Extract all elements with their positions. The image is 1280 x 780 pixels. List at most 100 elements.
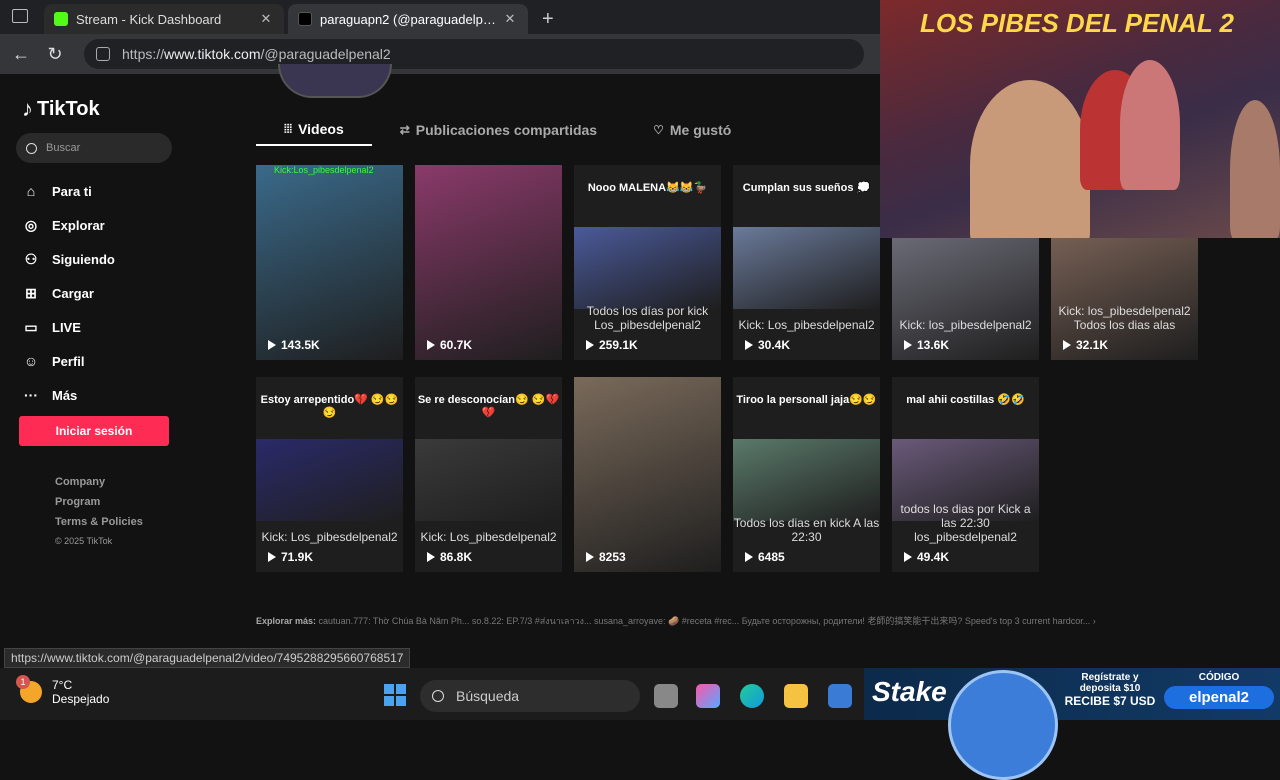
video-card[interactable]: mal ahii costillas 🤣🤣 todos los dias por …	[892, 377, 1039, 572]
play-icon	[745, 552, 753, 562]
taskbar-search[interactable]: Búsqueda	[420, 680, 640, 712]
sidebar-footer: Company Program Terms & Policies © 2025 …	[55, 476, 143, 556]
view-count-text: 259.1K	[599, 338, 638, 352]
play-icon	[904, 552, 912, 562]
chevron-right-icon[interactable]: ›	[1093, 616, 1096, 626]
file-explorer-icon[interactable]	[784, 684, 808, 708]
video-thumbnail	[733, 227, 880, 309]
tab-kick-dashboard[interactable]: Stream - Kick Dashboard ✕	[44, 4, 284, 34]
url-input[interactable]: https://www.tiktok.com/@paraguadelpenal2	[84, 39, 864, 69]
sidebar-item-perfil[interactable]: ☺ Perfil	[22, 344, 115, 378]
view-count: 60.7K	[427, 338, 472, 352]
explore-items[interactable]: cautuan.777: Thờ Chúa Bà Năm Ph... so.8.…	[319, 616, 1091, 626]
sidebar-item-label: LIVE	[52, 319, 81, 335]
repost-icon: ⇄	[399, 123, 410, 137]
prize-wheel-icon	[948, 670, 1058, 780]
sidebar-item-label: Para ti	[52, 183, 92, 199]
back-arrow-icon[interactable]: ←	[4, 44, 38, 65]
sidebar-item-cargar[interactable]: ⊞ Cargar	[22, 276, 115, 310]
view-count: 86.8K	[427, 550, 472, 564]
video-caption: Estoy arrepentido💔 😏😏😏	[260, 394, 399, 419]
view-count: 259.1K	[586, 338, 638, 352]
new-tab-icon[interactable]: +	[542, 4, 554, 34]
sidebar-item-mas[interactable]: ··· Más	[22, 378, 115, 412]
sidebar-item-para-ti[interactable]: ⌂ Para ti	[22, 174, 115, 208]
footer-link-company[interactable]: Company	[55, 476, 143, 496]
search-icon	[26, 142, 37, 154]
view-count-text: 6485	[758, 550, 785, 564]
view-count-text: 71.9K	[281, 550, 314, 564]
footer-link-terms[interactable]: Terms & Policies	[55, 516, 143, 536]
view-count: 49.4K	[904, 550, 949, 564]
reload-icon[interactable]: ↻	[38, 44, 72, 65]
sidebar-item-live[interactable]: ▭ LIVE	[22, 310, 115, 344]
webcam-banner: LOS PIBES DEL PENAL 2	[920, 8, 1235, 38]
url-prefix: https://	[122, 46, 165, 62]
video-card[interactable]: Nooo MALENA😹😹🦆 Todos los días por kick Lo…	[574, 165, 721, 360]
stake-logo: Stake	[872, 676, 947, 707]
search-icon	[432, 690, 444, 702]
video-caption: Tiroo la personall jaja😏😏	[736, 394, 877, 406]
start-icon[interactable]	[384, 684, 406, 706]
video-thumbnail	[574, 377, 721, 572]
view-count: 143.5K	[268, 338, 320, 352]
copilot-icon[interactable]	[696, 684, 720, 708]
address-bar: ← ↻ https://www.tiktok.com/@paraguadelpe…	[0, 34, 880, 74]
edge-browser-icon[interactable]	[740, 684, 764, 708]
video-caption: Cumplan sus sueños 💭	[742, 182, 871, 194]
tab-label: Publicaciones compartidas	[415, 122, 598, 138]
store-icon[interactable]	[828, 684, 852, 708]
stake-ad-banner: Stake Regístrate y deposita $10 RECIBE $…	[864, 668, 1280, 780]
code-value: elpenal2	[1164, 686, 1274, 709]
video-card[interactable]: Estoy arrepentido💔 😏😏😏 Kick: Los_pibesdel…	[256, 377, 403, 572]
sidebar-item-siguiendo[interactable]: ⚇ Siguiendo	[22, 242, 115, 276]
video-card[interactable]: Cumplan sus sueños 💭 Kick: Los_pibesdelpe…	[733, 165, 880, 360]
weather-sun-icon: 1	[16, 675, 42, 703]
webcam-overlay: LOS PIBES DEL PENAL 2	[880, 0, 1280, 238]
tiktok-logo[interactable]: ♪ TikTok	[22, 96, 100, 122]
play-icon	[586, 340, 594, 350]
video-card[interactable]: 60.7K	[415, 165, 562, 360]
tab-videos[interactable]: ⦙⦙⦙ Videos	[256, 114, 372, 146]
tiktok-favicon-icon	[298, 12, 312, 26]
video-thumbnail	[415, 165, 562, 360]
tab-tiktok-profile[interactable]: paraguapn2 (@paraguadelpenal2 ✕	[288, 4, 528, 34]
taskbar-search-placeholder: Búsqueda	[456, 688, 520, 704]
stake-code: CÓDIGO elpenal2	[1164, 672, 1274, 709]
logo-text: TikTok	[37, 97, 100, 120]
window-menu-icon[interactable]	[12, 9, 28, 23]
upload-icon: ⊞	[25, 284, 37, 301]
stake-promo: Regístrate y deposita $10 RECIBE $7 USD	[1060, 672, 1160, 708]
video-card[interactable]: Kick:Los_pibesdelpenal2 143.5K	[256, 165, 403, 360]
sidebar-item-label: Perfil	[52, 353, 85, 369]
tab-me-gusto[interactable]: ♡ Me gustó	[625, 114, 759, 146]
heart-icon: ♡	[653, 123, 664, 137]
video-card[interactable]: 8253	[574, 377, 721, 572]
search-input[interactable]: Buscar	[16, 133, 172, 163]
tab-publicaciones-compartidas[interactable]: ⇄ Publicaciones compartidas	[372, 114, 625, 146]
weather-widget[interactable]: 1 7°C Despejado	[16, 675, 109, 706]
login-button[interactable]: Iniciar sesión	[19, 416, 169, 446]
view-count: 32.1K	[1063, 338, 1108, 352]
video-overlay-text: Todos los días por kick Los_pibesdelpena…	[586, 304, 709, 332]
video-thumbnail	[256, 439, 403, 521]
sidebar-item-explorar[interactable]: ◎ Explorar	[22, 208, 115, 242]
close-tab-icon[interactable]: ✕	[258, 11, 274, 27]
view-count: 8253	[586, 550, 626, 564]
video-overlay-text: Kick: Los_pibesdelpenal2	[420, 530, 557, 544]
video-card[interactable]: Se re desconocían😏 😏💔💔 Kick: Los_pibesdel…	[415, 377, 562, 572]
profile-icon: ☺	[23, 353, 39, 369]
footer-copyright: © 2025 TikTok	[55, 536, 113, 546]
play-icon	[904, 340, 912, 350]
video-card[interactable]: Tiroo la personall jaja😏😏 Todos los dias …	[733, 377, 880, 572]
promo-line: deposita $10	[1079, 683, 1141, 694]
video-overlay-text: Kick: Los_pibesdelpenal2	[738, 318, 875, 332]
view-count-text: 8253	[599, 550, 626, 564]
url-path: /@paraguadelpenal2	[260, 46, 391, 62]
tab-label: Me gustó	[669, 122, 732, 138]
task-view-icon[interactable]	[654, 684, 678, 708]
sidebar: ♪ TikTok Buscar ⌂ Para ti ◎ Explorar ⚇ Sigu…	[0, 74, 230, 668]
close-tab-icon[interactable]: ✕	[502, 11, 518, 27]
footer-link-program[interactable]: Program	[55, 496, 143, 516]
site-info-icon[interactable]	[96, 47, 110, 61]
